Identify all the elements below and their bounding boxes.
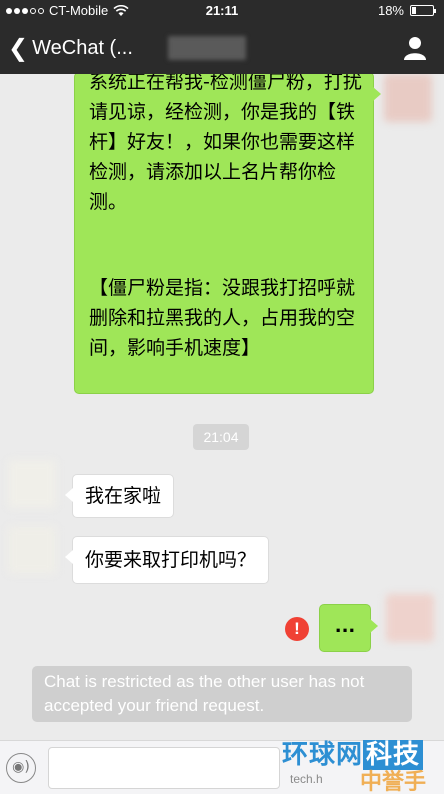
system-notice: Chat is restricted as the other user has… xyxy=(32,666,412,722)
back-button[interactable]: ❮ WeChat (... xyxy=(8,32,133,64)
corner-logo: 中誉手游网 xyxy=(360,770,427,794)
voice-input-icon[interactable]: ◉) xyxy=(6,753,36,783)
status-bar: CT-Mobile 21:11 18% xyxy=(0,0,444,22)
chat-title: WeChat (... xyxy=(32,36,133,59)
sent-message-long[interactable]: 系统正在帮我-检测僵尸粉，打扰请见谅，经检测，你是我的【铁杆】好友！，如果你也需… xyxy=(74,74,381,394)
battery-percent: 18% xyxy=(377,3,404,18)
chat-area[interactable]: 系统正在帮我-检测僵尸粉，打扰请见谅，经检测，你是我的【铁杆】好友！，如果你也需… xyxy=(0,74,444,740)
received-message[interactable]: 你要来取打印机吗？ xyxy=(64,536,270,584)
message-timestamp: 21:04 xyxy=(193,424,249,450)
watermark-url: tech.h xyxy=(290,772,323,786)
my-avatar[interactable] xyxy=(386,594,434,642)
my-avatar[interactable] xyxy=(384,74,432,122)
battery-icon xyxy=(410,5,436,16)
contact-avatar[interactable] xyxy=(8,526,56,574)
message-text-part1: 系统正在帮我-检测僵尸粉，打扰请见谅，经检测，你是我的【铁杆】好友！，如果你也需… xyxy=(89,74,362,213)
send-failed-icon[interactable]: ! xyxy=(285,617,309,641)
blurred-contact-name xyxy=(168,36,246,60)
message-text-part2: 【僵尸粉是指：没跟我打招呼就删除和拉黑我的人，占用我的空间，影响手机速度】 xyxy=(89,277,356,359)
nav-bar: ❮ WeChat (... xyxy=(0,22,444,74)
profile-icon[interactable] xyxy=(402,35,428,61)
sent-message[interactable]: ... xyxy=(319,604,378,652)
message-input[interactable] xyxy=(48,747,280,789)
received-message[interactable]: 我在家啦 xyxy=(64,474,175,518)
chevron-left-icon: ❮ xyxy=(8,34,29,62)
battery-status: 18% xyxy=(377,3,436,18)
contact-avatar[interactable] xyxy=(8,460,56,508)
